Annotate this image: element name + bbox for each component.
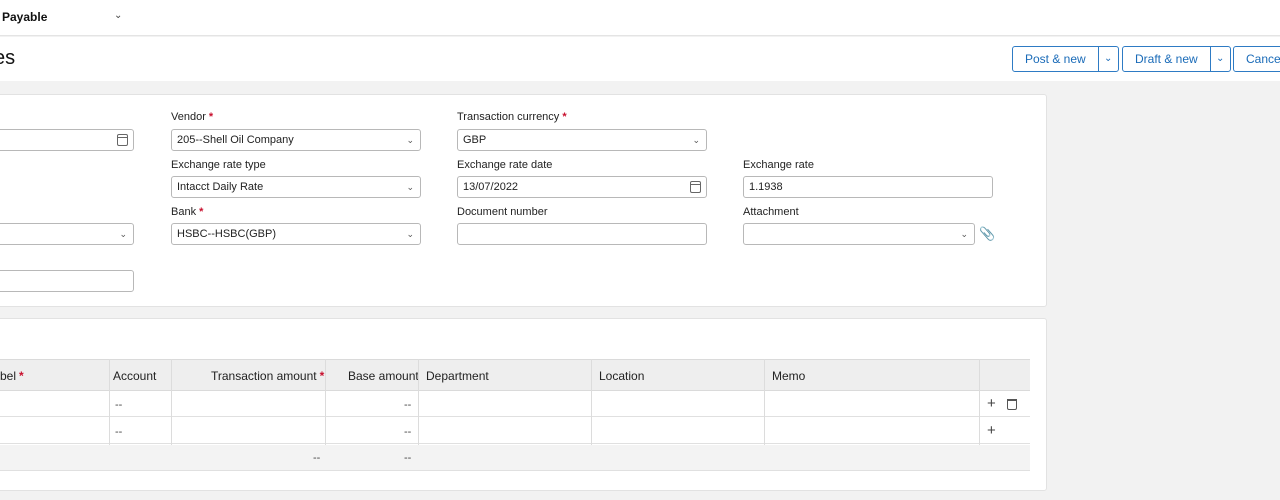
plus-icon[interactable]: + xyxy=(987,422,996,439)
document-number-field[interactable] xyxy=(457,223,707,245)
col-header-label: bel * xyxy=(0,369,24,383)
column-divider xyxy=(418,359,419,445)
chevron-down-icon[interactable]: ⌄ xyxy=(114,10,122,21)
text-field[interactable] xyxy=(0,270,134,292)
exchange-rate-type-label: Exchange rate type xyxy=(171,159,266,171)
transaction-currency-select[interactable]: GBP ⌄ xyxy=(457,129,707,151)
column-divider xyxy=(171,359,172,445)
exchange-rate-type-select[interactable]: Intacct Daily Rate ⌄ xyxy=(171,176,421,198)
table-row[interactable] xyxy=(0,391,1030,417)
top-bar xyxy=(0,0,1280,36)
row-account[interactable]: -- xyxy=(115,426,122,438)
dropdown-field[interactable]: ⌄ xyxy=(0,223,134,245)
bank-select[interactable]: HSBC--HSBC(GBP) ⌄ xyxy=(171,223,421,245)
total-base-amount: -- xyxy=(404,452,412,464)
chevron-down-icon[interactable]: ⌄ xyxy=(1209,47,1230,71)
attachment-label: Attachment xyxy=(743,206,799,218)
exchange-rate-value: 1.1938 xyxy=(749,181,783,193)
header-form-card xyxy=(0,94,1047,307)
vendor-select[interactable]: 205--Shell Oil Company ⌄ xyxy=(171,129,421,151)
totals-row xyxy=(0,445,1030,471)
exchange-rate-date-label: Exchange rate date xyxy=(457,159,553,171)
draft-and-new-button[interactable]: Draft & new xyxy=(1123,47,1210,71)
date-field[interactable] xyxy=(0,129,134,151)
chevron-down-icon: ⌄ xyxy=(406,135,414,145)
trash-icon[interactable] xyxy=(1007,399,1017,410)
column-divider xyxy=(325,359,326,445)
exchange-rate-date-value: 13/07/2022 xyxy=(463,181,519,193)
exchange-rate-field[interactable]: 1.1938 xyxy=(743,176,993,198)
page-title: es xyxy=(0,47,16,69)
col-header-base-amount: Base amount xyxy=(348,369,419,383)
row-base-amount: -- xyxy=(404,399,412,411)
chevron-down-icon: ⌄ xyxy=(692,135,700,145)
chevron-down-icon: ⌄ xyxy=(960,229,968,239)
exchange-rate-date-field[interactable]: 13/07/2022 xyxy=(457,176,707,198)
vendor-label: Vendor * xyxy=(171,111,214,123)
column-divider xyxy=(109,359,110,445)
col-header-department: Department xyxy=(426,369,489,383)
exchange-rate-label: Exchange rate xyxy=(743,159,814,171)
post-and-new-button[interactable]: Post & new xyxy=(1013,47,1098,71)
exchange-rate-type-value: Intacct Daily Rate xyxy=(177,181,264,193)
row-base-amount: -- xyxy=(404,426,412,438)
col-header-location: Location xyxy=(599,369,645,383)
column-divider xyxy=(979,359,980,445)
calendar-icon[interactable] xyxy=(690,181,701,193)
module-name[interactable]: s Payable xyxy=(0,10,47,24)
chevron-down-icon[interactable]: ⌄ xyxy=(1097,47,1118,71)
bank-value: HSBC--HSBC(GBP) xyxy=(177,228,277,240)
chevron-down-icon: ⌄ xyxy=(406,229,414,239)
column-divider xyxy=(591,359,592,445)
chevron-down-icon: ⌄ xyxy=(119,229,127,239)
draft-and-new-button-group: Draft & new ⌄ xyxy=(1122,46,1231,72)
transaction-currency-value: GBP xyxy=(463,134,487,146)
table-row[interactable] xyxy=(0,418,1030,444)
total-transaction-amount: -- xyxy=(313,452,321,464)
col-header-transaction-amount: Transaction amount * xyxy=(211,369,325,383)
document-number-label: Document number xyxy=(457,206,548,218)
calendar-icon[interactable] xyxy=(117,134,128,146)
row-account[interactable]: -- xyxy=(115,399,122,411)
column-divider xyxy=(764,359,765,445)
post-and-new-button-group: Post & new ⌄ xyxy=(1012,46,1119,72)
cancel-button[interactable]: Cancel xyxy=(1233,46,1280,72)
col-header-account: Account xyxy=(113,369,157,383)
plus-icon[interactable]: + xyxy=(987,395,996,412)
col-header-memo: Memo xyxy=(772,369,806,383)
transaction-currency-label: Transaction currency * xyxy=(457,111,567,123)
attachment-select[interactable]: ⌄ xyxy=(743,223,975,245)
vendor-value: 205--Shell Oil Company xyxy=(177,134,294,146)
paperclip-icon[interactable]: 📎 xyxy=(979,226,995,242)
chevron-down-icon: ⌄ xyxy=(406,182,414,192)
bank-label: Bank * xyxy=(171,206,204,218)
